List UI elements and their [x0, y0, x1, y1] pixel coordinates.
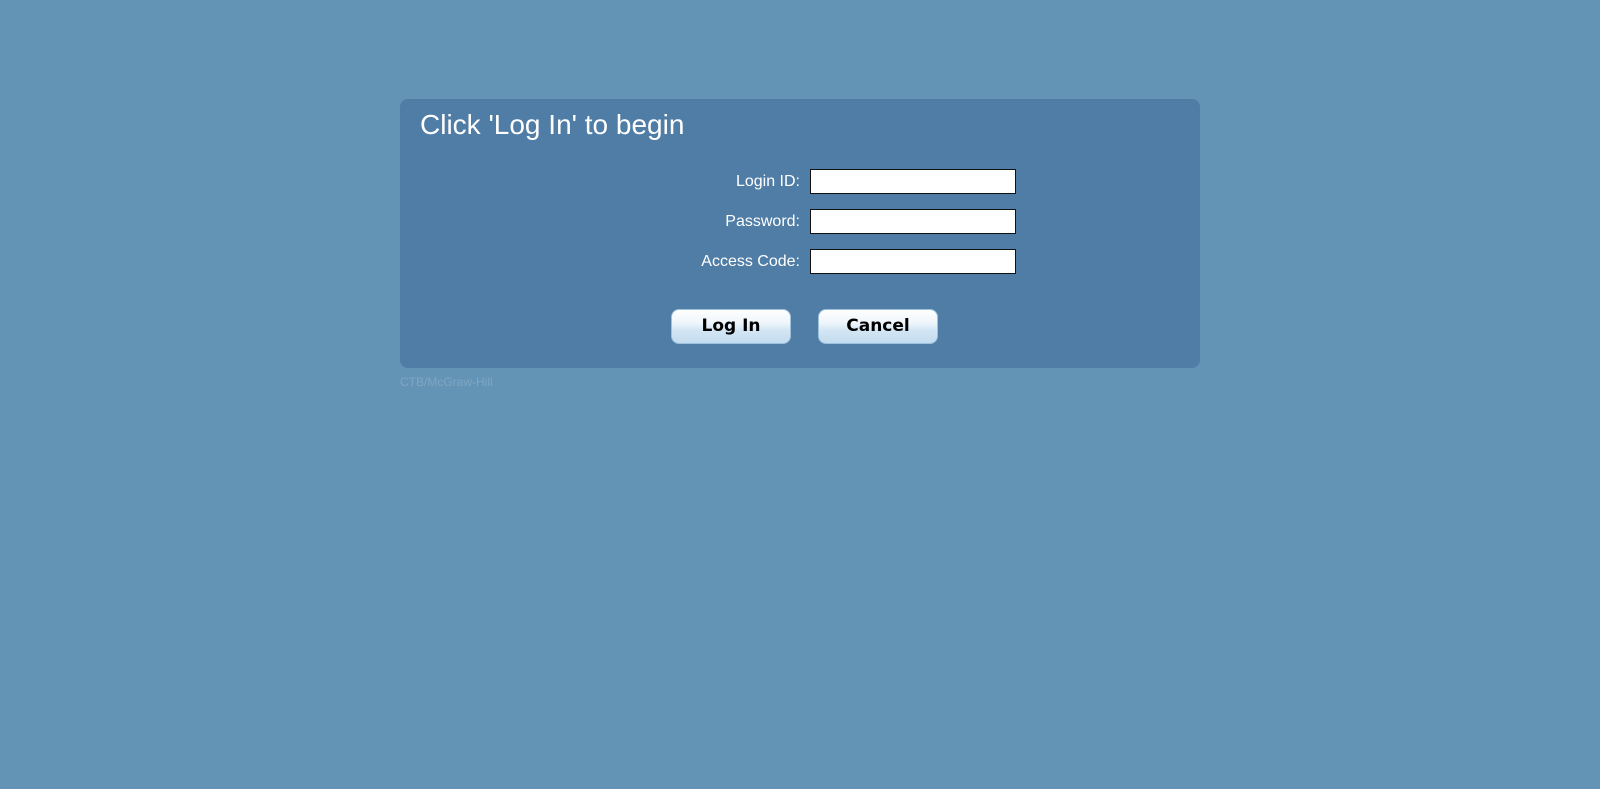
login-id-row: Login ID: [400, 169, 1200, 194]
login-button[interactable]: Log In [671, 309, 791, 344]
footer-credit: CTB/McGraw-Hill [400, 375, 493, 389]
login-id-field[interactable] [810, 169, 1016, 194]
login-panel: Click 'Log In' to begin Login ID: Passwo… [400, 99, 1200, 368]
login-id-label: Login ID: [735, 173, 800, 190]
access-code-row: Access Code: [400, 249, 1200, 274]
cancel-button[interactable]: Cancel [818, 309, 938, 344]
page-title: Click 'Log In' to begin [420, 109, 685, 140]
password-field[interactable] [810, 209, 1016, 234]
password-label: Password: [725, 213, 800, 230]
password-row: Password: [400, 209, 1200, 234]
access-code-field[interactable] [810, 249, 1016, 274]
access-code-label: Access Code: [701, 253, 800, 270]
